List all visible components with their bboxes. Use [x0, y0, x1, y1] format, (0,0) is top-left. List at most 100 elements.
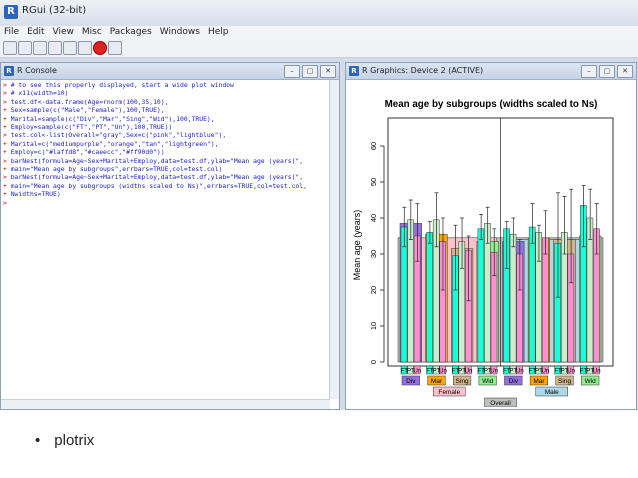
console-line: + main="Mean age by subgroups",errbars=T… — [3, 165, 329, 173]
y-tick-label: 20 — [369, 286, 378, 294]
vertical-scrollbar[interactable] — [329, 80, 339, 399]
r-logo-icon: R — [349, 66, 359, 76]
copy-icon[interactable] — [48, 41, 62, 55]
employ-label: Un — [490, 369, 498, 375]
console-code: barNest(formula=Age~Sex+Marital+Employ,d… — [6, 156, 304, 165]
employ-label: Un — [593, 369, 601, 375]
minimize-button[interactable]: – — [284, 65, 300, 78]
console-line: > — [3, 199, 329, 207]
bullet-dot: • — [35, 432, 41, 449]
console-code: main="Mean age by subgroups",errbars=TRU… — [6, 165, 223, 174]
menu-misc[interactable]: Misc — [78, 26, 106, 39]
employ-label: Un — [567, 369, 575, 375]
close-button[interactable]: ✕ — [617, 65, 633, 78]
marital-label: Div — [509, 378, 519, 385]
stop-icon[interactable] — [93, 41, 107, 55]
console-line: > barNest(formula=Age~Sex+Marital+Employ… — [3, 157, 329, 165]
console-line: > test.col<-list(Overall="gray",Sex=c("p… — [3, 131, 329, 139]
console-line: > # to see this properly displayed, star… — [3, 81, 329, 89]
menu-help[interactable]: Help — [204, 26, 233, 39]
overall-label: Overall — [490, 400, 511, 407]
sex-label: Male — [545, 389, 559, 396]
r-logo-icon: R — [4, 66, 14, 76]
console-code: Marital=sample(c("Div","Mar","Sing","Wid… — [6, 114, 215, 123]
console-code: Employ=sample(c("FT","PT","Un"),100,TRUE… — [6, 123, 173, 132]
console-code: Nwidths=TRUE) — [6, 190, 61, 199]
print-icon[interactable] — [108, 41, 122, 55]
menu-view[interactable]: View — [49, 26, 78, 39]
console-line: + Nwidths=TRUE) — [3, 190, 329, 198]
load-workspace-icon[interactable] — [18, 41, 32, 55]
console-window: R R Console – ▢ ✕ > # to see this properly… — [0, 62, 340, 410]
console-line: > barNest(formula=Age~Sex+Marital+Employ… — [3, 173, 329, 181]
employ-label: Un — [439, 369, 447, 375]
employ-label: Un — [542, 369, 550, 375]
console-code: # to see this properly displayed, start … — [6, 81, 234, 89]
console-title: R Console — [17, 66, 57, 75]
horizontal-scrollbar[interactable] — [1, 399, 330, 409]
bar-employ — [541, 237, 549, 363]
paste-icon[interactable] — [63, 41, 77, 55]
marital-label: Wid — [585, 378, 597, 385]
console-code: test.col<-list(Overall="gray",Sex=c("pin… — [6, 131, 227, 140]
bar-employ — [484, 223, 491, 363]
r-logo-icon: R — [4, 5, 18, 19]
bar-chart: Mean age by subgroups (widths scaled to … — [352, 99, 614, 408]
menu-packages[interactable]: Packages — [106, 26, 156, 39]
bar-employ — [509, 233, 517, 363]
y-tick-label: 60 — [369, 142, 378, 150]
console-prompt: > — [3, 198, 7, 207]
marital-label: Mar — [431, 378, 443, 385]
bar-employ — [407, 219, 414, 363]
console-titlebar: R R Console – ▢ ✕ — [1, 63, 339, 80]
plot-area: Mean age by subgroups (widths scaled to … — [346, 80, 636, 409]
y-axis-label: Mean age (years) — [352, 210, 362, 281]
console-line: + Marital=sample(c("Div","Mar","Sing","W… — [3, 115, 329, 123]
slide-bullet: • plotrix — [35, 432, 94, 449]
sex-label: Female — [438, 389, 460, 396]
console-line: > # x11(width=10) — [3, 89, 329, 97]
console-line: + Sex=sample(c("Male","Female"),100,TRUE… — [3, 106, 329, 114]
bar-employ — [477, 228, 485, 363]
app-titlebar: R RGui (32-bit) — [0, 0, 638, 27]
maximize-button[interactable]: ▢ — [302, 65, 318, 78]
marital-label: Wid — [482, 378, 494, 385]
employ-label: Un — [414, 369, 422, 375]
marital-label: Sing — [456, 378, 469, 385]
console-code: Employ=c("#laffd8","#caeecc","#ff90d0")) — [6, 148, 165, 157]
y-tick-label: 40 — [369, 214, 378, 222]
marital-label: Sing — [558, 378, 571, 385]
menu-windows[interactable]: Windows — [156, 26, 204, 39]
open-script-icon[interactable] — [3, 41, 17, 55]
maximize-button[interactable]: ▢ — [599, 65, 615, 78]
y-tick-label: 50 — [369, 178, 378, 186]
minimize-button[interactable]: – — [581, 65, 597, 78]
copy-paste-icon[interactable] — [78, 41, 92, 55]
employ-label: Un — [465, 369, 473, 375]
console-code: Sex=sample(c("Male","Female"),100,TRUE), — [6, 106, 165, 115]
y-tick-label: 30 — [369, 250, 378, 258]
chart-title: Mean age by subgroups (widths scaled to … — [385, 99, 598, 110]
console-code: test.df<-data.frame(Age=rnorm(100,35,10)… — [6, 97, 169, 106]
close-button[interactable]: ✕ — [320, 65, 336, 78]
console-line: + Employ=c("#laffd8","#caeecc","#ff90d0"… — [3, 148, 329, 156]
console-output[interactable]: > # to see this properly displayed, star… — [3, 81, 329, 399]
rgui-window: R RGui (32-bit) File Edit View Misc Packages… — [0, 0, 638, 410]
menu-edit[interactable]: Edit — [23, 26, 48, 39]
menu-file[interactable]: File — [0, 26, 23, 39]
console-line: + Employ=sample(c("FT","PT","Un"),100,TR… — [3, 123, 329, 131]
app-title: RGui (32-bit) — [22, 5, 87, 16]
console-line: + Marital=c("mediumpurple","orange","tan… — [3, 140, 329, 148]
console-code: barNest(formula=Age~Sex+Marital+Employ,d… — [6, 173, 304, 182]
console-code: main="Mean age by subgroups (widths scal… — [6, 181, 307, 190]
console-line: + main="Mean age by subgroups (widths sc… — [3, 182, 329, 190]
y-tick-label: 10 — [369, 322, 378, 330]
employ-label: Un — [516, 369, 524, 375]
toolbar — [0, 39, 638, 58]
y-tick-label: 0 — [369, 360, 378, 364]
marital-label: Mar — [533, 378, 545, 385]
bar-employ — [528, 226, 536, 363]
bar-employ — [426, 232, 433, 363]
save-workspace-icon[interactable] — [33, 41, 47, 55]
console-line: > test.df<-data.frame(Age=rnorm(100,35,1… — [3, 98, 329, 106]
